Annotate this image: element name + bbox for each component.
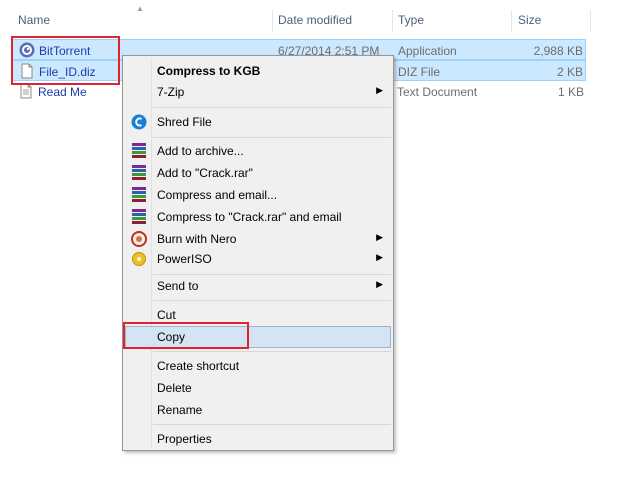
menu-item-compress-kgb[interactable]: Compress to KGB [125, 60, 391, 82]
menu-item-compress-crack-and-email[interactable]: Compress to "Crack.rar" and email [125, 206, 391, 228]
submenu-arrow-icon: ▶ [376, 85, 383, 95]
column-name[interactable]: Name [18, 13, 50, 27]
menu-item-label: Cut [157, 308, 176, 322]
context-menu: Compress to KGB 7-Zip ▶ Shred File Add t… [122, 55, 394, 451]
menu-item-add-to-crack-rar[interactable]: Add to "Crack.rar" [125, 162, 391, 184]
menu-item-label: Create shortcut [157, 359, 240, 373]
winrar-icon [132, 187, 146, 202]
menu-item-create-shortcut[interactable]: Create shortcut [125, 355, 391, 377]
submenu-arrow-icon: ▶ [376, 232, 383, 242]
column-size[interactable]: Size [518, 13, 541, 27]
column-header: Name ▲ Date modified Type Size [0, 0, 639, 38]
menu-item-add-to-archive[interactable]: Add to archive... [125, 140, 391, 162]
menu-separator [153, 300, 391, 301]
poweriso-icon [132, 252, 146, 266]
nero-icon [131, 231, 147, 247]
menu-item-label: Burn with Nero [157, 232, 237, 246]
column-divider[interactable] [272, 10, 273, 32]
menu-separator [153, 137, 391, 138]
winrar-icon [132, 165, 146, 180]
menu-item-properties[interactable]: Properties [125, 428, 391, 450]
menu-separator [153, 107, 391, 108]
menu-item-rename[interactable]: Rename [125, 399, 391, 421]
file-type: Application [398, 44, 457, 58]
menu-item-poweriso[interactable]: PowerISO ▶ [125, 248, 391, 270]
menu-item-label: Add to archive... [157, 144, 244, 158]
menu-item-label: Compress to "Crack.rar" and email [157, 210, 342, 224]
text-document-icon [20, 83, 32, 99]
menu-item-send-to[interactable]: Send to ▶ [125, 275, 391, 297]
menu-separator [153, 424, 391, 425]
column-date-modified[interactable]: Date modified [278, 13, 352, 27]
column-type[interactable]: Type [398, 13, 424, 27]
winrar-icon [132, 209, 146, 224]
menu-item-delete[interactable]: Delete [125, 377, 391, 399]
sort-ascending-icon: ▲ [136, 4, 144, 13]
highlight-box-copy [123, 322, 249, 349]
menu-item-label: Send to [157, 279, 199, 293]
menu-item-label: PowerISO [157, 252, 212, 266]
menu-item-label: Delete [157, 381, 192, 395]
menu-item-label: Compress to KGB [157, 64, 261, 78]
winrar-icon [132, 143, 146, 158]
file-type: DIZ File [398, 65, 440, 79]
menu-item-7-zip[interactable]: 7-Zip ▶ [125, 81, 391, 103]
file-size: 2 KB [556, 65, 583, 79]
highlight-box-selected-files [11, 36, 120, 85]
file-size: 2,988 KB [533, 44, 583, 58]
menu-item-label: Shred File [157, 115, 212, 129]
file-name: Read Me [38, 85, 87, 99]
menu-item-compress-and-email[interactable]: Compress and email... [125, 184, 391, 206]
file-size: 1 KB [557, 85, 584, 99]
column-divider[interactable] [511, 10, 512, 32]
menu-item-burn-with-nero[interactable]: Burn with Nero ▶ [125, 228, 391, 250]
menu-item-shred-file[interactable]: Shred File [125, 111, 391, 133]
submenu-arrow-icon: ▶ [376, 279, 383, 289]
submenu-arrow-icon: ▶ [376, 252, 383, 262]
menu-item-label: Rename [157, 403, 203, 417]
menu-item-label: Compress and email... [157, 188, 278, 202]
menu-item-label: Add to "Crack.rar" [157, 166, 253, 180]
column-divider[interactable] [392, 10, 393, 32]
file-type: Text Document [397, 85, 478, 99]
menu-item-label: Properties [157, 432, 212, 446]
menu-item-label: 7-Zip [157, 85, 185, 99]
menu-separator [153, 351, 391, 352]
column-divider[interactable] [590, 10, 591, 32]
shred-file-icon [131, 114, 147, 130]
